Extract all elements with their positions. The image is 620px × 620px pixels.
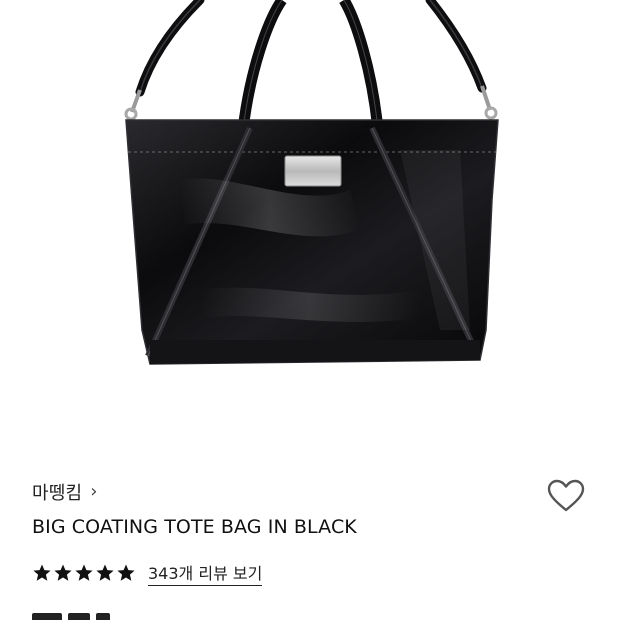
wishlist-button[interactable] [546,477,586,515]
star-icon [117,564,135,581]
brand-link[interactable]: 마뗑킴 › [32,478,97,506]
star-icon [54,564,72,581]
product-image[interactable] [0,0,620,455]
star-icon [33,564,51,581]
rating-stars [32,563,136,583]
chevron-right-icon: › [90,481,98,502]
rating-row: 343개 리뷰 보기 [32,560,263,586]
product-title: BIG COATING TOTE BAG IN BLACK [32,516,357,538]
brand-name: 마뗑킴 [32,483,83,504]
heart-outline-icon [547,479,585,512]
price-row-cutoff [32,612,172,620]
tote-bag-illustration [124,0,499,365]
star-icon [75,564,93,581]
review-link[interactable]: 343개 리뷰 보기 [148,560,263,586]
star-icon [96,564,114,581]
